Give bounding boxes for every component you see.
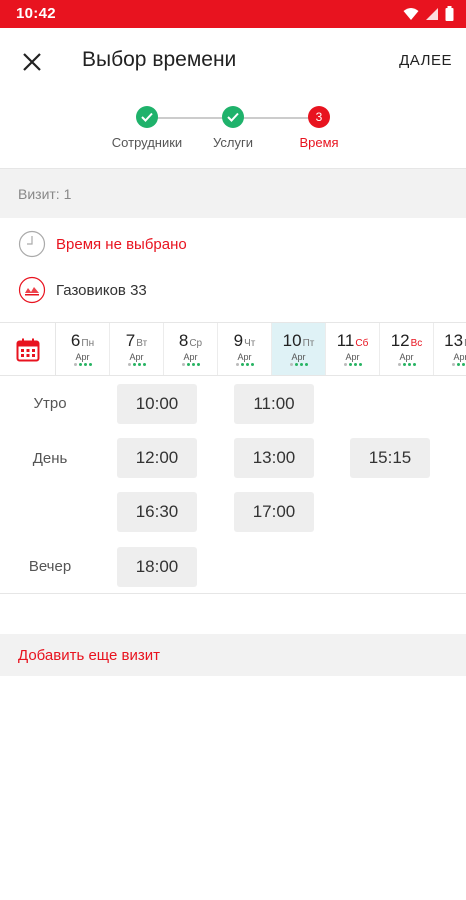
date-weekday: Чт <box>244 338 256 349</box>
check-icon <box>222 106 244 128</box>
date-item[interactable]: 8Ср Apr <box>164 323 218 375</box>
status-icons <box>403 6 454 21</box>
date-item[interactable]: 13Пн Apr <box>434 323 466 375</box>
availability-dots <box>164 363 217 369</box>
step-number-badge: 3 <box>308 106 330 128</box>
time-slot[interactable]: 10:00 <box>117 384 197 424</box>
date-item[interactable]: 6Пн Apr <box>56 323 110 375</box>
date-day: 11 <box>336 331 355 350</box>
availability-dots <box>218 363 271 369</box>
clock-icon <box>18 230 46 258</box>
availability-dots <box>56 363 109 369</box>
step-employees[interactable]: Сотрудники <box>97 106 197 150</box>
availability-dots <box>326 363 379 369</box>
period-label-evening: Вечер <box>28 558 72 575</box>
date-weekday: Вс <box>410 338 423 349</box>
status-bar: 10:42 <box>0 0 466 28</box>
app-bar: Выбор времени ДАЛЕЕ <box>0 28 466 94</box>
location-row[interactable]: Газовиков 33 <box>0 272 466 312</box>
salon-logo-icon <box>18 276 46 304</box>
date-month: Apr <box>237 352 252 362</box>
step-label: Услуги <box>213 135 253 150</box>
status-time: 10:42 <box>16 5 56 22</box>
time-slot[interactable]: 17:00 <box>234 492 314 532</box>
divider <box>0 593 466 594</box>
date-day: 13 <box>444 331 464 350</box>
calendar-icon <box>16 338 39 362</box>
calendar-button[interactable] <box>0 323 56 375</box>
close-button[interactable] <box>16 46 48 78</box>
availability-dots <box>434 363 466 369</box>
time-slot[interactable]: 15:15 <box>350 438 430 478</box>
date-day: 10 <box>282 331 302 350</box>
add-visit-button[interactable]: Добавить еще визит <box>0 634 466 676</box>
date-weekday: Вт <box>136 338 148 349</box>
date-day: 12 <box>390 331 410 350</box>
visit-header: Визит: 1 <box>0 168 466 218</box>
date-month: Apr <box>291 352 306 362</box>
availability-dots <box>110 363 163 369</box>
step-services[interactable]: Услуги <box>183 106 283 150</box>
date-month: Apr <box>129 352 144 362</box>
date-day: 8 <box>178 331 189 350</box>
date-weekday: Сб <box>355 338 369 349</box>
wifi-icon <box>403 7 419 20</box>
date-weekday: Пт <box>302 338 315 349</box>
time-slot[interactable]: 13:00 <box>234 438 314 478</box>
time-slot[interactable]: 12:00 <box>117 438 197 478</box>
date-item[interactable]: 9Чт Apr <box>218 323 272 375</box>
date-weekday: Ср <box>189 338 203 349</box>
date-day: 6 <box>70 331 81 350</box>
signal-icon <box>426 7 438 20</box>
date-month: Apr <box>453 352 466 362</box>
availability-dots <box>272 363 325 369</box>
close-icon <box>23 53 41 71</box>
selected-time-row: Время не выбрано <box>0 226 466 266</box>
visit-title: Визит: 1 <box>18 186 72 202</box>
date-item[interactable]: 12Вс Apr <box>380 323 434 375</box>
date-day: 7 <box>125 331 136 350</box>
date-month: Apr <box>345 352 360 362</box>
booking-stepper: Сотрудники Услуги 3 Время <box>0 94 466 162</box>
date-item-selected[interactable]: 10Пт Apr <box>272 323 326 375</box>
period-label-morning: Утро <box>33 395 67 412</box>
battery-icon <box>445 6 454 21</box>
check-icon <box>136 106 158 128</box>
time-status-text: Время не выбрано <box>56 236 187 253</box>
step-label: Время <box>299 135 339 150</box>
time-slot[interactable]: 11:00 <box>234 384 314 424</box>
date-month: Apr <box>183 352 198 362</box>
date-day: 9 <box>233 331 244 350</box>
step-label: Сотрудники <box>111 135 183 150</box>
date-weekday: Пн <box>81 338 95 349</box>
time-slot[interactable]: 16:30 <box>117 492 197 532</box>
add-visit-label: Добавить еще визит <box>18 647 160 664</box>
next-button[interactable]: ДАЛЕЕ <box>399 52 452 69</box>
availability-dots <box>380 363 433 369</box>
step-time[interactable]: 3 Время <box>269 106 369 150</box>
date-month: Apr <box>399 352 414 362</box>
date-item[interactable]: 7Вт Apr <box>110 323 164 375</box>
date-strip: 6Пн Apr 7Вт Apr 8Ср Apr 9Чт Apr 10Пт Apr… <box>0 322 466 376</box>
location-text: Газовиков 33 <box>56 282 147 299</box>
period-label-day: День <box>32 450 68 467</box>
date-month: Apr <box>75 352 90 362</box>
page-title: Выбор времени <box>82 48 237 71</box>
time-slot[interactable]: 18:00 <box>117 547 197 587</box>
date-item[interactable]: 11Сб Apr <box>326 323 380 375</box>
